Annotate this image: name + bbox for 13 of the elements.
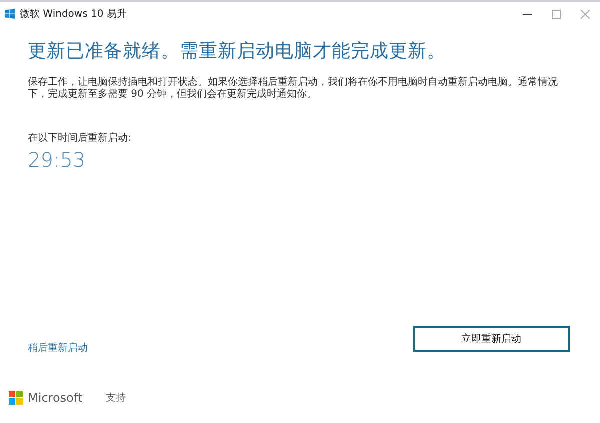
- restart-later-link[interactable]: 稍后重新启动: [28, 341, 88, 355]
- message-text: 保存工作，让电脑保持插电和打开状态。如果你选择稍后重新启动，我们将在你不用电脑时自动重新启动电脑。通常情况下，完成更新至多需要 90 分钟，但我们会在更新完成时通知你。: [28, 77, 559, 101]
- heading: 更新已准备就绪。需重新启动电脑才能完成更新。: [28, 40, 447, 63]
- maximize-icon: [552, 10, 561, 18]
- close-icon: [581, 10, 590, 18]
- window-title: 微软 Windows 10 易升: [20, 8, 128, 21]
- countdown-time: 29:53: [28, 148, 87, 172]
- microsoft-logo-icon: [9, 391, 23, 405]
- windows-logo-icon: [5, 9, 15, 19]
- restart-now-button[interactable]: 立即重新启动: [413, 326, 570, 352]
- support-link[interactable]: 支持: [106, 391, 126, 405]
- countdown-label: 在以下时间后重新启动:: [28, 132, 132, 145]
- brand-name: Microsoft: [28, 391, 84, 405]
